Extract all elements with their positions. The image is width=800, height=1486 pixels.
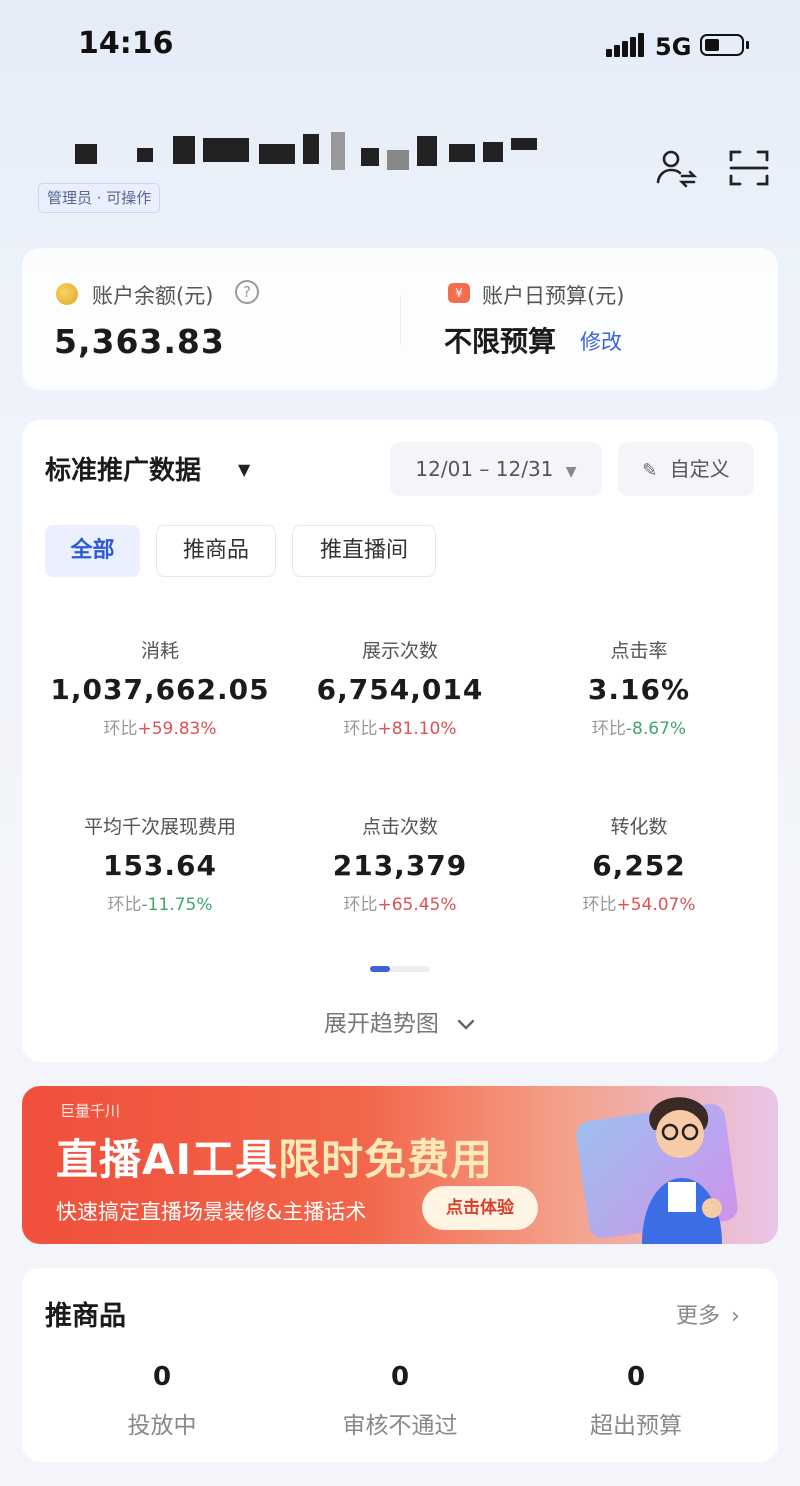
account-name-redacted — [75, 130, 545, 174]
budget-icon: ¥ — [448, 283, 470, 303]
tab-live-room[interactable]: 推直播间 — [292, 525, 436, 577]
stat-label: 投放中 — [127, 1413, 197, 1439]
network-label: 5G — [655, 33, 692, 61]
stat-value: 0 — [390, 1362, 410, 1392]
balance-value: 5,363.83 — [54, 322, 225, 361]
metric-cpm[interactable]: 平均千次展现费用 153.64 环比-11.75% — [40, 812, 280, 915]
character-illustration — [622, 1090, 742, 1244]
metric-change: 环比+65.45% — [343, 895, 457, 915]
switch-account-icon[interactable] — [654, 146, 698, 190]
tab-products[interactable]: 推商品 — [156, 525, 276, 577]
stat-value: 0 — [152, 1362, 172, 1392]
metric-value: 6,252 — [592, 849, 686, 882]
stat-rejected[interactable]: 0 审核不通过 — [280, 1362, 520, 1440]
metric-value: 1,037,662.05 — [50, 673, 270, 706]
date-range-picker[interactable]: 12/01 – 12/31 ▼ — [390, 442, 602, 496]
more-label: 更多 — [676, 1304, 721, 1329]
pencil-icon: ✎ — [642, 460, 658, 481]
role-badge: 管理员 · 可操作 — [38, 183, 161, 213]
date-range-text: 12/01 – 12/31 — [415, 457, 554, 481]
metric-ctr[interactable]: 点击率 3.16% 环比-8.67% — [519, 636, 759, 739]
banner-title: 直播AI工具限时免费用 — [56, 1135, 494, 1184]
help-icon[interactable]: ? — [235, 280, 259, 304]
metric-change: 环比+81.10% — [343, 719, 457, 739]
metric-spend[interactable]: 消耗 1,037,662.05 环比+59.83% — [40, 636, 280, 739]
banner-subtitle: 快速搞定直播场景装修&主播话术 — [56, 1200, 367, 1224]
metric-change: 环比+59.83% — [103, 719, 217, 739]
stat-label: 超出预算 — [590, 1413, 682, 1439]
custom-label: 自定义 — [669, 457, 730, 481]
battery-icon — [700, 34, 749, 56]
coin-icon — [56, 283, 78, 305]
metric-label: 点击率 — [610, 640, 668, 662]
tab-all[interactable]: 全部 — [45, 525, 140, 577]
stat-value: 0 — [626, 1362, 646, 1392]
metric-conversions[interactable]: 转化数 6,252 环比+54.07% — [519, 812, 759, 915]
metric-clicks[interactable]: 点击次数 213,379 环比+65.45% — [280, 812, 520, 915]
metric-change: 环比-8.67% — [591, 719, 687, 739]
more-link[interactable]: 更多 › — [676, 1298, 740, 1330]
brand-logo: 巨量千川 — [60, 1102, 121, 1120]
stat-label: 审核不通过 — [342, 1413, 458, 1439]
scan-icon[interactable] — [727, 146, 771, 190]
signal-icon — [606, 33, 644, 57]
metric-label: 转化数 — [610, 816, 668, 838]
chevron-down-icon — [456, 1012, 476, 1038]
custom-button[interactable]: ✎ 自定义 — [618, 442, 754, 496]
stat-over-budget[interactable]: 0 超出预算 — [516, 1362, 756, 1440]
budget-label: 账户日预算(元) — [482, 284, 625, 308]
balance-divider — [400, 295, 401, 345]
expand-trend-button[interactable]: 展开趋势图 — [0, 1004, 800, 1038]
metric-label: 消耗 — [140, 640, 179, 662]
page-indicator — [370, 966, 430, 972]
metric-label: 展示次数 — [361, 640, 438, 662]
metric-label: 点击次数 — [361, 816, 438, 838]
section-title[interactable]: 标准推广数据 — [45, 450, 201, 487]
balance-label: 账户余额(元) — [92, 284, 214, 308]
stat-delivering[interactable]: 0 投放中 — [42, 1362, 282, 1440]
metric-label: 平均千次展现费用 — [83, 816, 236, 838]
metric-change: 环比-11.75% — [107, 895, 213, 915]
metric-value: 213,379 — [332, 849, 468, 882]
caret-down-icon[interactable]: ▼ — [238, 460, 250, 479]
caret-down-icon: ▼ — [565, 464, 577, 480]
expand-trend-label: 展开趋势图 — [323, 1011, 439, 1037]
chevron-right-icon: › — [731, 1304, 740, 1329]
modify-budget-link[interactable]: 修改 — [580, 326, 622, 356]
try-now-button[interactable]: 点击体验 — [422, 1186, 538, 1230]
status-time: 14:16 — [78, 26, 174, 61]
products-title: 推商品 — [45, 1301, 126, 1332]
metric-value: 153.64 — [102, 849, 218, 882]
budget-value: 不限预算 — [444, 325, 557, 358]
promo-banner[interactable]: 巨量千川 直播AI工具限时免费用 快速搞定直播场景装修&主播话术 点击体验 — [22, 1086, 778, 1244]
metric-value: 6,754,014 — [316, 673, 484, 706]
metric-change: 环比+54.07% — [582, 895, 696, 915]
metric-value: 3.16% — [587, 673, 691, 706]
metric-impressions[interactable]: 展示次数 6,754,014 环比+81.10% — [280, 636, 520, 739]
